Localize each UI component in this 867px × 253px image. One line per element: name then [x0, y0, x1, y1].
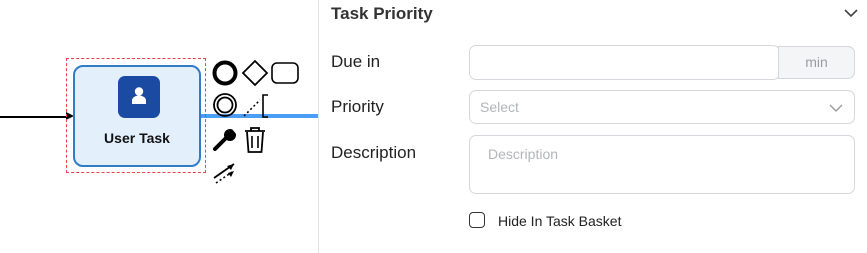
end-event-icon[interactable] — [212, 60, 238, 91]
connect-icon[interactable] — [212, 158, 240, 191]
diagram-canvas[interactable]: User Task — [0, 0, 318, 253]
incoming-sequence-flow[interactable] — [0, 116, 66, 118]
hide-in-task-basket-label[interactable]: Hide In Task Basket — [498, 213, 621, 229]
gateway-icon[interactable] — [241, 59, 269, 92]
wrench-icon[interactable] — [212, 126, 240, 157]
hide-in-task-basket-checkbox[interactable] — [469, 212, 485, 228]
description-label: Description — [331, 143, 417, 162]
user-task[interactable]: User Task — [73, 65, 201, 167]
intermediate-event-icon[interactable] — [212, 92, 238, 123]
priority-select-placeholder: Select — [480, 99, 519, 115]
trash-icon[interactable] — [243, 126, 267, 159]
properties-panel: Task Priority Due in min Priority Select… — [319, 0, 867, 253]
chevron-down-icon[interactable] — [843, 6, 859, 25]
due-in-input[interactable] — [469, 45, 780, 80]
due-in-label: Due in — [331, 52, 381, 71]
priority-select[interactable]: Select — [469, 90, 855, 124]
description-textarea[interactable] — [469, 135, 855, 194]
task-icon[interactable] — [271, 62, 299, 89]
priority-label: Priority — [331, 97, 384, 116]
text-annotation-icon[interactable] — [242, 92, 270, 125]
section-title[interactable]: Task Priority — [331, 4, 433, 24]
chevron-down-icon — [828, 101, 844, 119]
due-in-unit: min — [778, 46, 855, 79]
user-icon — [118, 76, 160, 118]
user-task-label: User Task — [104, 130, 170, 146]
